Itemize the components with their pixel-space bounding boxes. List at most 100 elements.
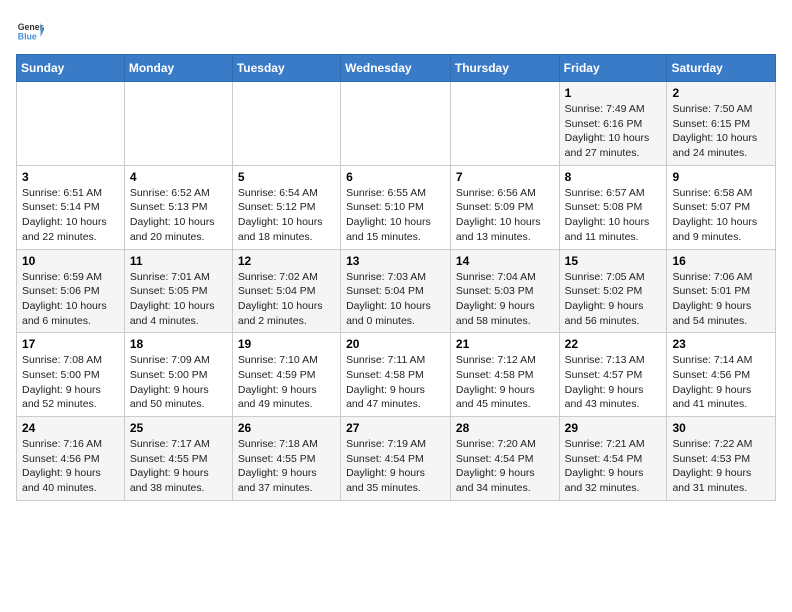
calendar-cell: 10Sunrise: 6:59 AM Sunset: 5:06 PM Dayli… xyxy=(17,249,125,333)
day-number: 14 xyxy=(456,254,554,268)
calendar-cell: 1 Sunrise: 7:49 AM Sunset: 6:16 PM Daylig… xyxy=(559,82,667,166)
day-info: Sunrise: 7:01 AM Sunset: 5:05 PM Dayligh… xyxy=(130,270,227,329)
calendar-week-row: 24Sunrise: 7:16 AM Sunset: 4:56 PM Dayli… xyxy=(17,417,776,501)
day-number: 23 xyxy=(672,337,770,351)
day-number: 21 xyxy=(456,337,554,351)
day-info: Sunrise: 6:52 AM Sunset: 5:13 PM Dayligh… xyxy=(130,186,227,245)
day-info: Sunrise: 7:04 AM Sunset: 5:03 PM Dayligh… xyxy=(456,270,554,329)
day-number: 3 xyxy=(22,170,119,184)
day-number: 7 xyxy=(456,170,554,184)
day-number: 30 xyxy=(672,421,770,435)
calendar-week-row: 17 Sunrise: 7:08 AM Sunset: 5:00 PM Dayli… xyxy=(17,333,776,417)
day-info: Sunrise: 7:14 AM Sunset: 4:56 PM Dayligh… xyxy=(672,353,770,412)
calendar-cell: 13Sunrise: 7:03 AM Sunset: 5:04 PM Dayli… xyxy=(341,249,451,333)
day-info: Sunrise: 7:49 AM Sunset: 6:16 PM Dayligh… xyxy=(565,102,662,161)
day-number: 11 xyxy=(130,254,227,268)
svg-text:Blue: Blue xyxy=(18,32,37,42)
day-number: 15 xyxy=(565,254,662,268)
day-info: Sunrise: 6:56 AM Sunset: 5:09 PM Dayligh… xyxy=(456,186,554,245)
calendar-cell: 6 Sunrise: 6:55 AM Sunset: 5:10 PM Daylig… xyxy=(341,165,451,249)
day-info: Sunrise: 7:03 AM Sunset: 5:04 PM Dayligh… xyxy=(346,270,445,329)
day-info: Sunrise: 7:17 AM Sunset: 4:55 PM Dayligh… xyxy=(130,437,227,496)
day-info: Sunrise: 6:54 AM Sunset: 5:12 PM Dayligh… xyxy=(238,186,335,245)
day-number: 1 xyxy=(565,86,662,100)
calendar-cell xyxy=(341,82,451,166)
calendar-cell: 9Sunrise: 6:58 AM Sunset: 5:07 PM Daylig… xyxy=(667,165,776,249)
day-info: Sunrise: 7:11 AM Sunset: 4:58 PM Dayligh… xyxy=(346,353,445,412)
page-header: General Blue xyxy=(16,16,776,44)
calendar-cell: 3 Sunrise: 6:51 AM Sunset: 5:14 PM Daylig… xyxy=(17,165,125,249)
calendar-week-row: 1 Sunrise: 7:49 AM Sunset: 6:16 PM Daylig… xyxy=(17,82,776,166)
calendar-cell xyxy=(450,82,559,166)
day-number: 25 xyxy=(130,421,227,435)
logo-icon: General Blue xyxy=(16,16,44,44)
calendar-cell: 15 Sunrise: 7:05 AM Sunset: 5:02 PM Dayli… xyxy=(559,249,667,333)
day-info: Sunrise: 6:51 AM Sunset: 5:14 PM Dayligh… xyxy=(22,186,119,245)
calendar-cell: 26Sunrise: 7:18 AM Sunset: 4:55 PM Dayli… xyxy=(232,417,340,501)
calendar-cell: 28Sunrise: 7:20 AM Sunset: 4:54 PM Dayli… xyxy=(450,417,559,501)
calendar-body: 1 Sunrise: 7:49 AM Sunset: 6:16 PM Daylig… xyxy=(17,82,776,501)
day-number: 17 xyxy=(22,337,119,351)
day-number: 4 xyxy=(130,170,227,184)
column-header-thursday: Thursday xyxy=(450,55,559,82)
calendar-cell: 7 Sunrise: 6:56 AM Sunset: 5:09 PM Daylig… xyxy=(450,165,559,249)
column-header-wednesday: Wednesday xyxy=(341,55,451,82)
day-number: 24 xyxy=(22,421,119,435)
calendar-cell: 23 Sunrise: 7:14 AM Sunset: 4:56 PM Dayli… xyxy=(667,333,776,417)
day-info: Sunrise: 7:21 AM Sunset: 4:54 PM Dayligh… xyxy=(565,437,662,496)
svg-text:General: General xyxy=(18,22,44,32)
day-info: Sunrise: 7:05 AM Sunset: 5:02 PM Dayligh… xyxy=(565,270,662,329)
column-header-tuesday: Tuesday xyxy=(232,55,340,82)
day-number: 12 xyxy=(238,254,335,268)
day-info: Sunrise: 7:08 AM Sunset: 5:00 PM Dayligh… xyxy=(22,353,119,412)
day-info: Sunrise: 7:19 AM Sunset: 4:54 PM Dayligh… xyxy=(346,437,445,496)
day-number: 19 xyxy=(238,337,335,351)
day-number: 6 xyxy=(346,170,445,184)
day-info: Sunrise: 7:02 AM Sunset: 5:04 PM Dayligh… xyxy=(238,270,335,329)
day-info: Sunrise: 7:06 AM Sunset: 5:01 PM Dayligh… xyxy=(672,270,770,329)
calendar-cell: 18 Sunrise: 7:09 AM Sunset: 5:00 PM Dayli… xyxy=(124,333,232,417)
day-info: Sunrise: 7:50 AM Sunset: 6:15 PM Dayligh… xyxy=(672,102,770,161)
day-number: 22 xyxy=(565,337,662,351)
calendar-cell: 5 Sunrise: 6:54 AM Sunset: 5:12 PM Daylig… xyxy=(232,165,340,249)
calendar-cell: 27Sunrise: 7:19 AM Sunset: 4:54 PM Dayli… xyxy=(341,417,451,501)
calendar-cell: 4 Sunrise: 6:52 AM Sunset: 5:13 PM Daylig… xyxy=(124,165,232,249)
calendar-cell: 29Sunrise: 7:21 AM Sunset: 4:54 PM Dayli… xyxy=(559,417,667,501)
day-info: Sunrise: 7:10 AM Sunset: 4:59 PM Dayligh… xyxy=(238,353,335,412)
calendar-cell: 11 Sunrise: 7:01 AM Sunset: 5:05 PM Dayli… xyxy=(124,249,232,333)
day-number: 26 xyxy=(238,421,335,435)
calendar-week-row: 3 Sunrise: 6:51 AM Sunset: 5:14 PM Daylig… xyxy=(17,165,776,249)
day-number: 8 xyxy=(565,170,662,184)
calendar-cell xyxy=(124,82,232,166)
logo: General Blue xyxy=(16,16,48,44)
calendar-table: SundayMondayTuesdayWednesdayThursdayFrid… xyxy=(16,54,776,501)
day-number: 10 xyxy=(22,254,119,268)
day-info: Sunrise: 6:55 AM Sunset: 5:10 PM Dayligh… xyxy=(346,186,445,245)
day-number: 20 xyxy=(346,337,445,351)
column-header-friday: Friday xyxy=(559,55,667,82)
day-number: 18 xyxy=(130,337,227,351)
calendar-week-row: 10Sunrise: 6:59 AM Sunset: 5:06 PM Dayli… xyxy=(17,249,776,333)
calendar-cell: 20 Sunrise: 7:11 AM Sunset: 4:58 PM Dayli… xyxy=(341,333,451,417)
day-info: Sunrise: 7:13 AM Sunset: 4:57 PM Dayligh… xyxy=(565,353,662,412)
calendar-cell: 30 Sunrise: 7:22 AM Sunset: 4:53 PM Dayli… xyxy=(667,417,776,501)
day-number: 28 xyxy=(456,421,554,435)
calendar-cell: 25 Sunrise: 7:17 AM Sunset: 4:55 PM Dayli… xyxy=(124,417,232,501)
day-info: Sunrise: 6:57 AM Sunset: 5:08 PM Dayligh… xyxy=(565,186,662,245)
calendar-cell: 14 Sunrise: 7:04 AM Sunset: 5:03 PM Dayli… xyxy=(450,249,559,333)
day-info: Sunrise: 6:58 AM Sunset: 5:07 PM Dayligh… xyxy=(672,186,770,245)
calendar-header-row: SundayMondayTuesdayWednesdayThursdayFrid… xyxy=(17,55,776,82)
day-info: Sunrise: 7:09 AM Sunset: 5:00 PM Dayligh… xyxy=(130,353,227,412)
column-header-monday: Monday xyxy=(124,55,232,82)
day-number: 16 xyxy=(672,254,770,268)
calendar-cell: 22 Sunrise: 7:13 AM Sunset: 4:57 PM Dayli… xyxy=(559,333,667,417)
calendar-cell: 8 Sunrise: 6:57 AM Sunset: 5:08 PM Daylig… xyxy=(559,165,667,249)
day-number: 2 xyxy=(672,86,770,100)
day-info: Sunrise: 7:12 AM Sunset: 4:58 PM Dayligh… xyxy=(456,353,554,412)
calendar-cell xyxy=(232,82,340,166)
calendar-cell: 24Sunrise: 7:16 AM Sunset: 4:56 PM Dayli… xyxy=(17,417,125,501)
day-number: 5 xyxy=(238,170,335,184)
calendar-cell: 21 Sunrise: 7:12 AM Sunset: 4:58 PM Dayli… xyxy=(450,333,559,417)
day-info: Sunrise: 7:22 AM Sunset: 4:53 PM Dayligh… xyxy=(672,437,770,496)
column-header-sunday: Sunday xyxy=(17,55,125,82)
